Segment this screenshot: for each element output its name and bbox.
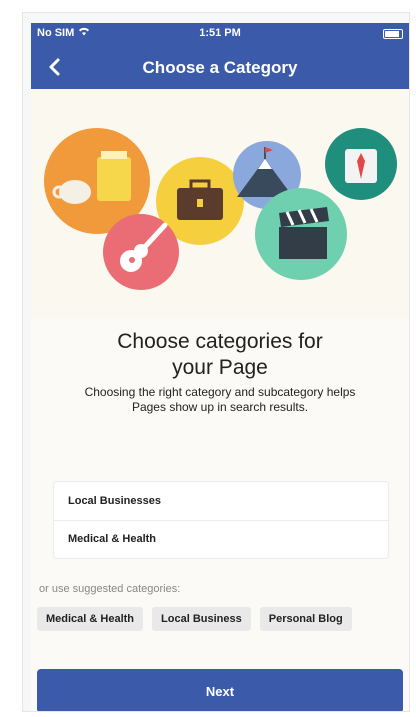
phone-screen: No SIM 1:51 PM Choose a Category Choose … xyxy=(31,23,409,711)
shirt-tie-icon xyxy=(325,128,397,200)
selected-categories: Local Businesses Medical & Health xyxy=(53,481,389,559)
suggested-label: or use suggested categories: xyxy=(39,583,181,595)
category-field-1[interactable]: Local Businesses xyxy=(54,482,388,521)
chip-local-business[interactable]: Local Business xyxy=(152,607,251,631)
app-frame: No SIM 1:51 PM Choose a Category Choose … xyxy=(22,12,410,712)
nav-title: Choose a Category xyxy=(142,58,298,77)
suggested-chips: Medical & Health Local Business Personal… xyxy=(37,607,352,631)
status-time: 1:51 PM xyxy=(199,27,241,39)
chip-personal-blog[interactable]: Personal Blog xyxy=(259,607,352,631)
category-field-2[interactable]: Medical & Health xyxy=(54,520,388,558)
page-heading: Choose categories for your Page xyxy=(31,329,409,381)
page-subtext: Choosing the right category and subcateg… xyxy=(41,385,399,415)
chip-medical-health[interactable]: Medical & Health xyxy=(37,607,144,631)
subtext-line-1: Choosing the right category and subcateg… xyxy=(84,385,356,399)
subtext-line-2: Pages show up in search results. xyxy=(131,400,309,414)
next-button[interactable]: Next xyxy=(37,669,403,711)
nav-bar: Choose a Category xyxy=(31,45,409,89)
hero-illustration xyxy=(31,89,409,319)
clapperboard-icon xyxy=(255,188,347,280)
battery-icon xyxy=(383,29,403,39)
heading-line-2: your Page xyxy=(172,356,268,379)
guitar-icon xyxy=(103,214,179,290)
status-bar: No SIM 1:51 PM xyxy=(31,23,409,45)
heading-line-1: Choose categories for xyxy=(117,330,323,353)
